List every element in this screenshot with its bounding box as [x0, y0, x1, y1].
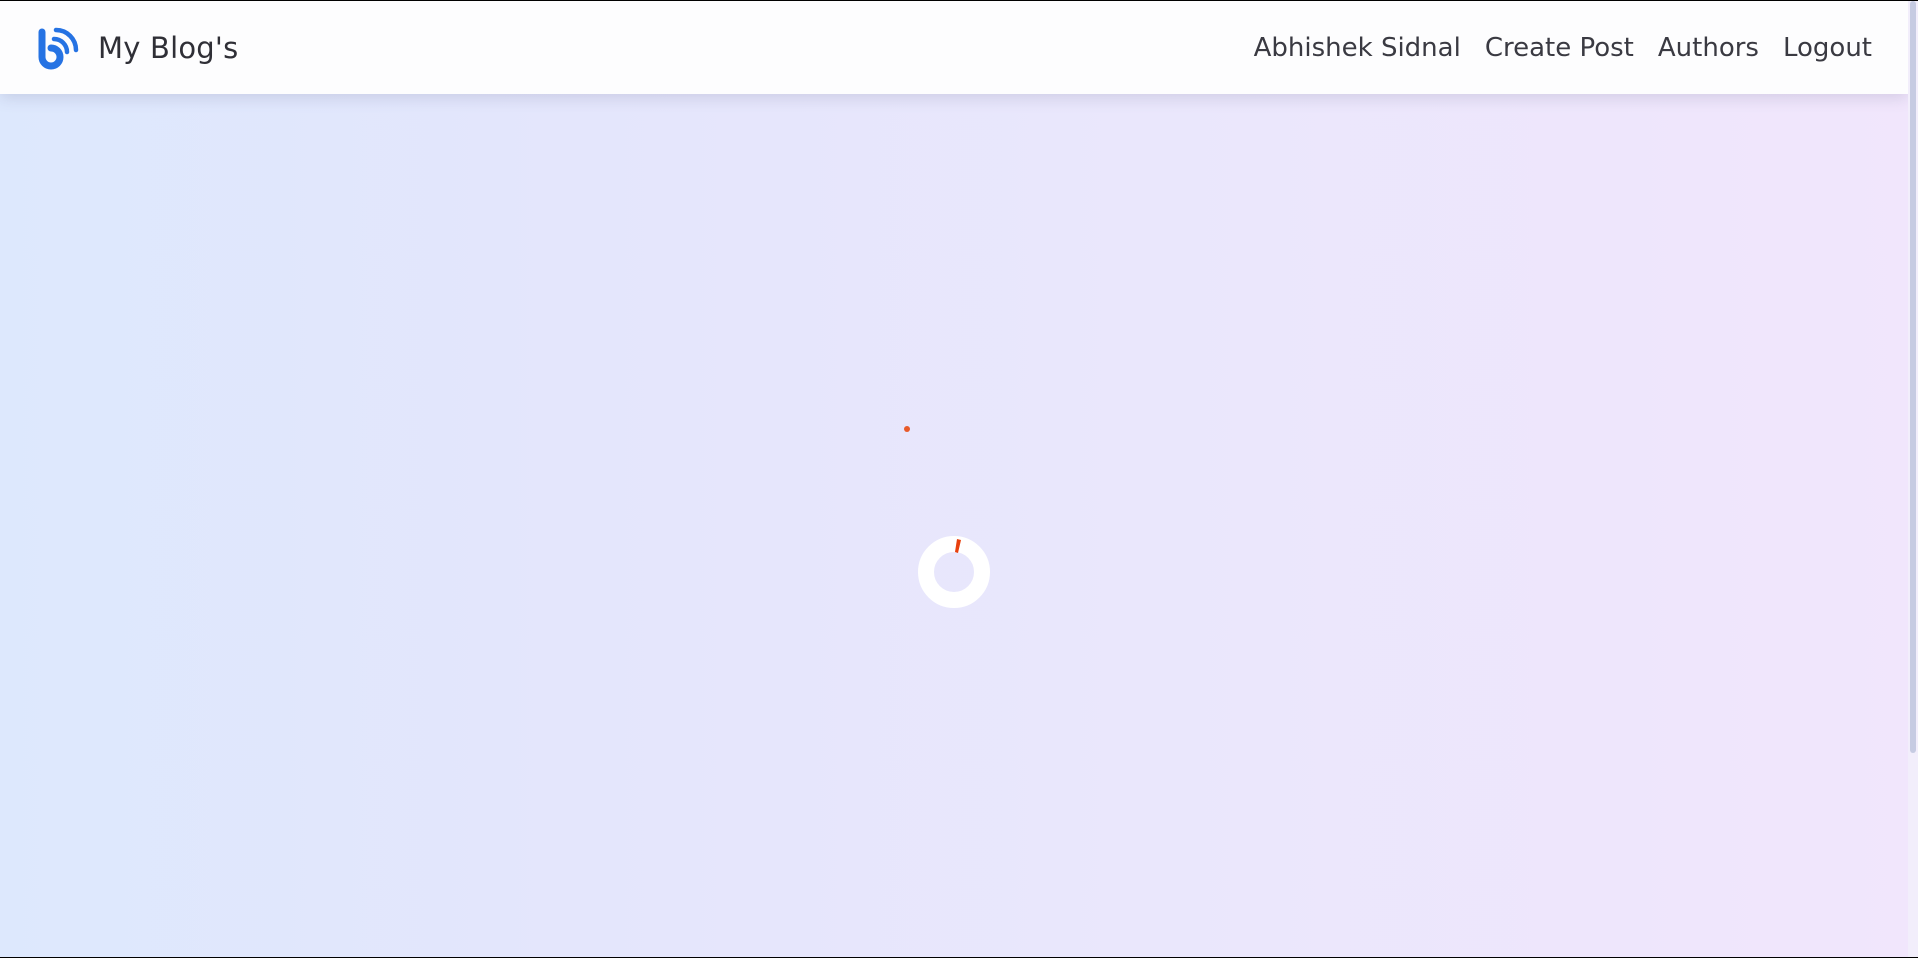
nav-link-profile[interactable]: Abhishek Sidnal: [1254, 33, 1461, 63]
loading-dot: [904, 426, 910, 432]
loading-spinner-icon: [917, 535, 991, 609]
top-navbar: My Blog's Abhishek Sidnal Create Post Au…: [0, 1, 1908, 94]
scrollbar-thumb[interactable]: [1910, 1, 1916, 753]
nav-links: Abhishek Sidnal Create Post Authors Logo…: [1254, 33, 1872, 63]
brand-title: My Blog's: [98, 30, 239, 65]
nav-link-logout[interactable]: Logout: [1783, 33, 1872, 63]
app-viewport: My Blog's Abhishek Sidnal Create Post Au…: [0, 1, 1918, 957]
nav-link-authors[interactable]: Authors: [1658, 33, 1759, 63]
nav-link-create-post[interactable]: Create Post: [1485, 33, 1634, 63]
brand-home-link[interactable]: My Blog's: [34, 24, 238, 72]
rss-b-logo-icon: [38, 27, 79, 69]
vertical-scrollbar[interactable]: [1908, 1, 1918, 957]
